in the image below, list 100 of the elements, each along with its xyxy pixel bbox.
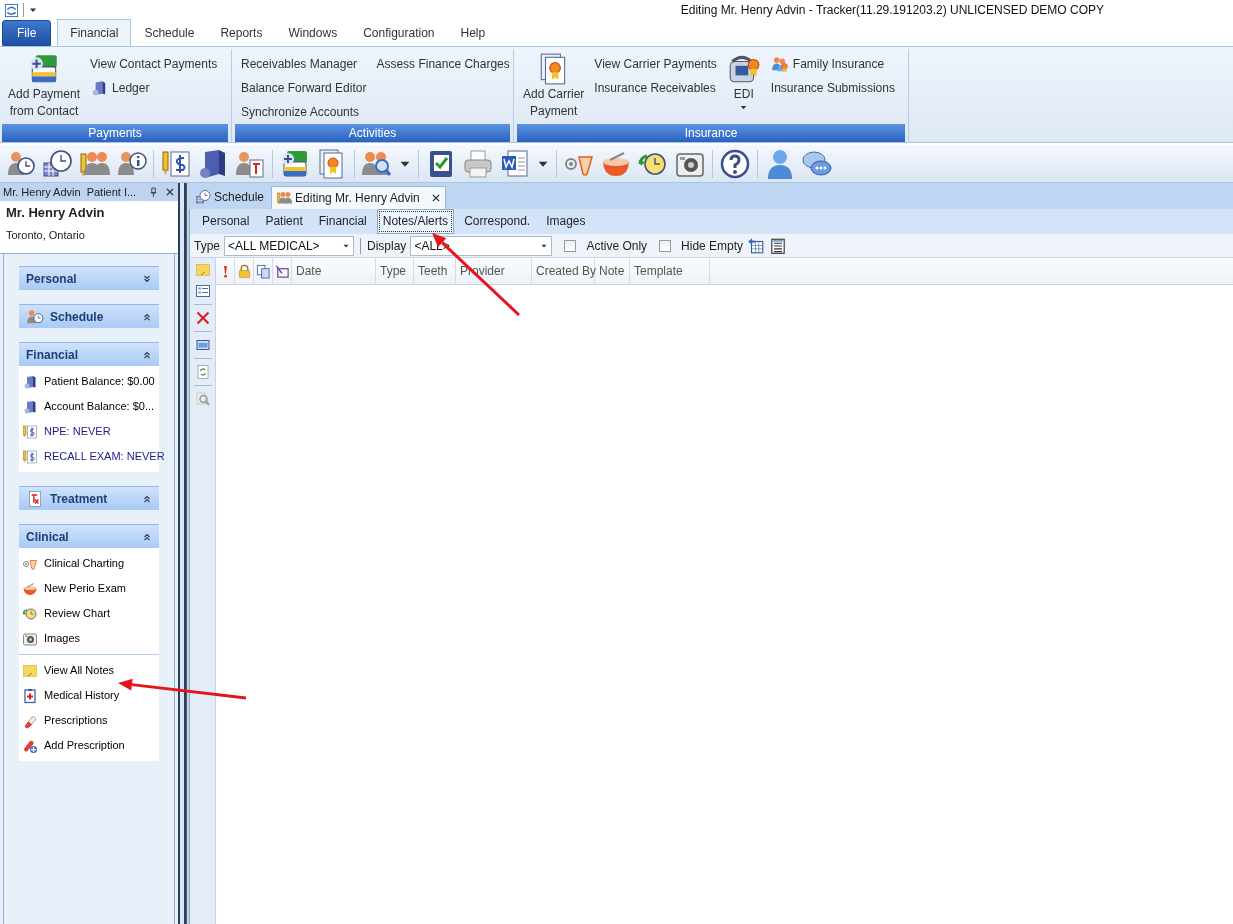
ribbon-tab[interactable]: Schedule	[131, 19, 208, 46]
group-item[interactable]: Add Prescription	[19, 733, 159, 758]
ribbon-button[interactable]: Insurance Receivables	[594, 76, 717, 100]
group-item[interactable]: Account Balance: $0...	[19, 394, 159, 419]
people-icon	[276, 190, 293, 206]
group-item[interactable]: Review Chart	[19, 601, 159, 626]
ribbon-tab[interactable]: Configuration	[350, 19, 448, 46]
schedule-icon	[195, 189, 211, 205]
checkbox[interactable]	[659, 239, 672, 252]
column-header[interactable]: Created By	[532, 258, 595, 284]
ribbon-group-label: Activities	[235, 124, 510, 142]
chevron-icon	[142, 531, 152, 542]
column-header[interactable]: Note	[595, 258, 630, 284]
group-header[interactable]: Personal	[19, 266, 159, 290]
group-item[interactable]: Prescriptions	[19, 708, 159, 733]
file-menu-button[interactable]: File	[2, 20, 52, 46]
chevron-icon	[142, 273, 152, 284]
ribbon-button[interactable]: Assess Finance Charges	[376, 52, 510, 76]
type-label: Type	[194, 237, 220, 255]
bowl-icon	[22, 580, 38, 597]
tab[interactable]: Notes/Alerts	[376, 209, 455, 234]
ribbon-button[interactable]: Insurance Submissions	[770, 76, 895, 100]
ribbon-button[interactable]: Add Carrier Payment	[523, 52, 585, 120]
delete-icon[interactable]	[194, 310, 211, 326]
group-item[interactable]: Patient Balance: $0.00	[19, 369, 159, 394]
column-width-icon[interactable]	[769, 236, 788, 255]
splitter[interactable]	[178, 183, 186, 924]
group-item[interactable]: Images	[19, 626, 159, 651]
close-icon[interactable]	[165, 187, 175, 197]
group-title: Financial	[26, 346, 78, 364]
panel-title: Patient I...	[86, 184, 137, 200]
group-item[interactable]: New Perio Exam	[19, 576, 159, 601]
edit-icon[interactable]	[274, 263, 290, 279]
group-header[interactable]: Schedule	[19, 304, 159, 328]
ribbon-button[interactable]: Balance Forward Editor	[241, 76, 367, 100]
tab[interactable]: Images	[540, 209, 592, 234]
ribbon-button[interactable]: View Contact Payments	[90, 52, 218, 76]
ribbon-button[interactable]: Add Payment from Contact	[8, 52, 81, 120]
document-icon[interactable]	[499, 147, 531, 180]
ribbon-button[interactable]: Ledger	[90, 76, 218, 100]
ribbon-button[interactable]: Family Insurance	[770, 52, 895, 76]
pencil-document-icon	[22, 448, 38, 465]
chevron-icon	[142, 493, 152, 504]
book-icon	[22, 398, 38, 415]
item-label: Patient Balance: $0.00	[44, 374, 155, 390]
tab[interactable]: Correspond.	[458, 209, 537, 234]
refresh-clock-icon	[22, 605, 38, 622]
item-label: RECALL EXAM: NEVER	[44, 449, 165, 465]
app-icon[interactable]	[4, 2, 19, 18]
document-tab[interactable]: Schedule	[190, 185, 270, 209]
group-item[interactable]: NPE: NEVER	[19, 419, 159, 444]
ribbon-group-label: Insurance	[517, 124, 905, 142]
copy-icon[interactable]	[255, 263, 271, 279]
group-item[interactable]: View All Notes	[19, 658, 159, 683]
group-title: Schedule	[50, 308, 104, 326]
group-header[interactable]: Treatment	[19, 486, 159, 510]
checkbox[interactable]	[564, 239, 577, 252]
help-icon[interactable]	[719, 147, 751, 180]
lock-icon[interactable]	[236, 263, 252, 279]
ribbon-tab[interactable]: Help	[447, 19, 499, 46]
pencil-document-icon	[22, 423, 38, 440]
column-header[interactable]: Type	[376, 258, 414, 284]
chevron-icon	[142, 311, 152, 322]
ribbon-button[interactable]: View Carrier Payments	[594, 52, 717, 76]
checkbox-label: Hide Empty	[681, 237, 744, 255]
grid-icon[interactable]	[747, 236, 766, 255]
group-item[interactable]: Clinical Charting	[19, 551, 159, 576]
prescription-document-icon	[26, 489, 44, 508]
ribbon-tab[interactable]: Financial	[57, 19, 132, 46]
group-header[interactable]: Financial	[19, 342, 159, 366]
people-icon	[770, 55, 789, 73]
medical-clipboard-icon	[22, 687, 38, 704]
close-icon[interactable]	[430, 193, 441, 203]
column-header[interactable]: Date	[292, 258, 376, 284]
group-header[interactable]: Clinical	[19, 524, 159, 548]
ribbon-button[interactable]: Synchronize Accounts	[241, 100, 367, 124]
ribbon-button[interactable]: Receivables Manager	[241, 52, 367, 76]
type-select[interactable]: <ALL MEDICAL>	[224, 235, 354, 256]
tab[interactable]: Financial	[312, 209, 373, 234]
refresh-document-icon[interactable]	[194, 364, 211, 380]
person-clock-icon	[26, 307, 44, 326]
tab[interactable]: Personal	[196, 209, 256, 234]
ribbon-button[interactable]: EDI	[726, 52, 761, 112]
ribbon-tab[interactable]: Windows	[275, 19, 351, 46]
list-icon[interactable]	[194, 283, 211, 299]
calendar-clock-icon[interactable]	[41, 147, 73, 180]
group-title: Treatment	[50, 490, 108, 508]
display-label: Display	[367, 237, 407, 255]
window-icon[interactable]	[194, 337, 211, 353]
tab[interactable]: Patient	[259, 209, 309, 234]
group-title: Clinical	[26, 528, 69, 546]
chevron-icon	[142, 349, 152, 360]
group-item[interactable]: Medical History	[19, 683, 159, 708]
camera-icon	[22, 630, 38, 647]
column-header[interactable]: Template	[630, 258, 710, 284]
ribbon-tab[interactable]: Reports	[207, 19, 276, 46]
patient-name: Mr. Henry Advin	[6, 204, 106, 222]
document-tab[interactable]: Editing Mr. Henry Advin	[271, 186, 446, 209]
column-header[interactable]: Teeth	[414, 258, 456, 284]
pin-icon[interactable]	[148, 186, 159, 198]
